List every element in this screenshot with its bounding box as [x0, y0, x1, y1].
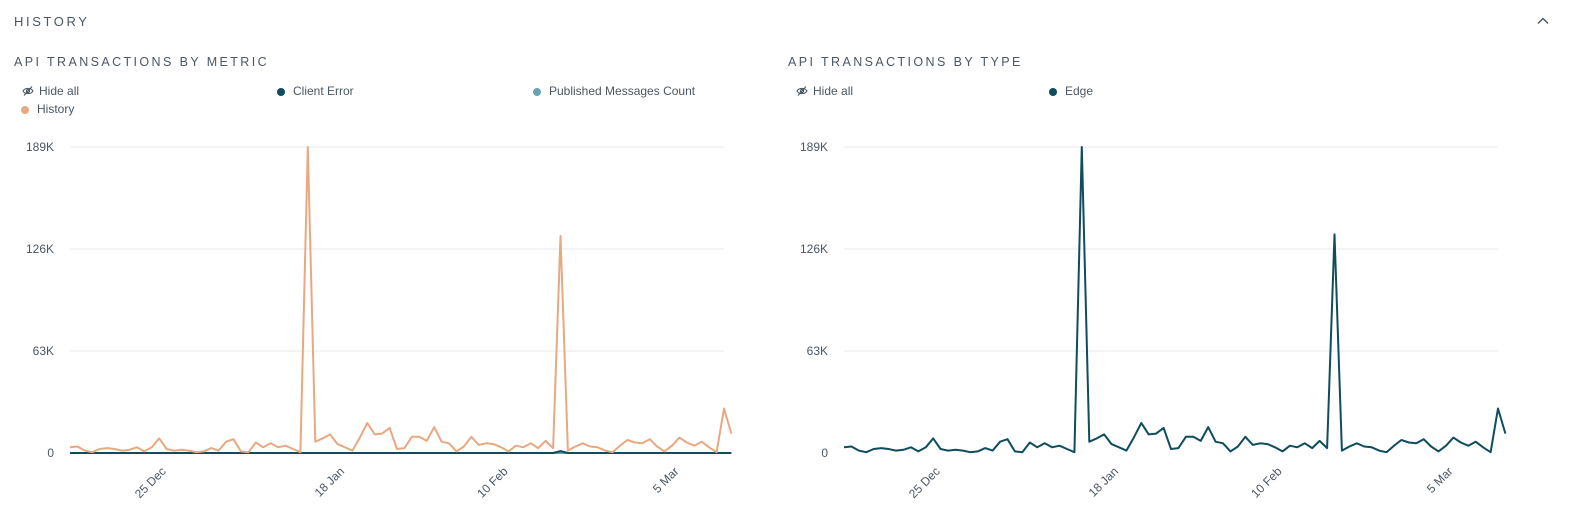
x-tick-label: 5 Mar [650, 464, 682, 496]
y-tick-label: 63K [33, 344, 54, 358]
x-tick-label: 25 Dec [906, 464, 943, 501]
y-tick-label: 126K [800, 242, 828, 256]
series-line-history [69, 146, 733, 454]
y-tick-label: 63K [807, 344, 828, 358]
y-tick-label: 189K [800, 140, 828, 154]
x-tick-label: 18 Jan [312, 464, 347, 499]
y-tick-label: 189K [26, 140, 54, 154]
series-line-client-error [70, 450, 732, 454]
metric-line-chart: 0 63K 126K 189K 25 Dec 18 Jan 10 Feb 5 Mar [26, 140, 733, 501]
x-tick-label: 10 Feb [1248, 464, 1285, 501]
y-tick-label: 0 [821, 446, 828, 460]
series-line-edge [843, 146, 1507, 454]
chevron-up-icon[interactable] [1536, 14, 1550, 28]
type-line-chart: 0 63K 126K 189K 25 Dec 18 Jan 10 Feb 5 Mar [800, 140, 1507, 501]
metric-chart-panel: API TRANSACTIONS BY METRIC Hide all Clie… [0, 0, 760, 524]
y-tick-label: 0 [47, 446, 54, 460]
x-tick-label: 25 Dec [132, 464, 169, 501]
x-tick-label: 5 Mar [1424, 464, 1456, 496]
y-tick-label: 126K [26, 242, 54, 256]
x-tick-label: 18 Jan [1086, 464, 1121, 499]
x-tick-label: 10 Feb [474, 464, 511, 501]
type-chart-panel: API TRANSACTIONS BY TYPE Hide all Edge 0… [774, 0, 1534, 524]
